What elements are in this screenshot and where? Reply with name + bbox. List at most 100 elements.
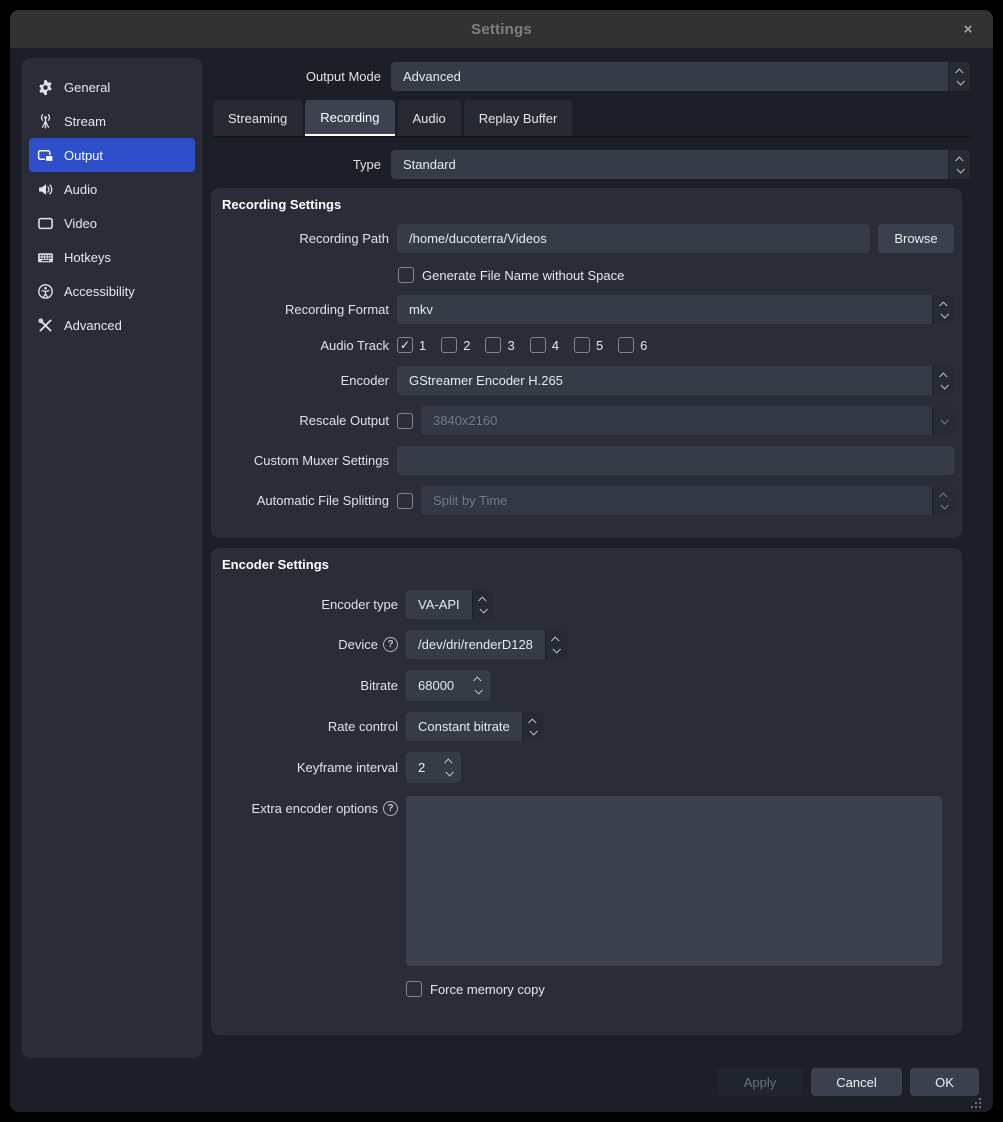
rescale-resolution-select[interactable]: 3840x2160: [421, 406, 954, 435]
rate-control-row: Rate control Constant bitrate: [219, 712, 942, 741]
sidebar-item-output[interactable]: Output: [29, 138, 195, 172]
rate-control-select[interactable]: Constant bitrate: [406, 712, 544, 741]
chevron-updown-icon: [522, 712, 544, 741]
encoder-type-row: Encoder type VA-API: [219, 590, 942, 619]
sidebar-item-label: Advanced: [64, 318, 122, 333]
split-mode-value: Split by Time: [421, 486, 932, 515]
audio-track-5-checkbox[interactable]: [574, 337, 590, 353]
tab-recording[interactable]: Recording: [305, 100, 394, 136]
recording-format-value: mkv: [397, 295, 932, 324]
help-icon[interactable]: ?: [383, 637, 398, 652]
spinner-arrows-icon[interactable]: [466, 670, 490, 701]
encoder-row: Encoder GStreamer Encoder H.265: [219, 366, 954, 395]
monitor-icon: [37, 215, 54, 232]
sidebar-item-label: Accessibility: [64, 284, 135, 299]
extra-encoder-options-textarea[interactable]: [406, 796, 942, 966]
cancel-button[interactable]: Cancel: [811, 1068, 902, 1096]
audio-track-label: Audio Track: [219, 338, 389, 353]
titlebar[interactable]: Settings ×: [10, 10, 993, 48]
rescale-resolution-value: 3840x2160: [421, 406, 932, 435]
ok-button[interactable]: OK: [910, 1068, 979, 1096]
spinner-arrows-icon[interactable]: [437, 752, 461, 783]
resize-grip[interactable]: [971, 1098, 982, 1109]
output-mode-label: Output Mode: [212, 69, 381, 84]
custom-muxer-input[interactable]: [397, 446, 954, 475]
output-mode-row: Output Mode Advanced: [212, 62, 970, 91]
chevron-updown-icon: [545, 630, 567, 659]
force-memory-copy-checkbox[interactable]: [406, 981, 422, 997]
sidebar-item-label: General: [64, 80, 110, 95]
chevron-updown-icon: [932, 486, 954, 515]
recording-format-label: Recording Format: [219, 302, 389, 317]
device-label: Device: [338, 637, 378, 652]
recording-format-select[interactable]: mkv: [397, 295, 954, 324]
tools-icon: [37, 317, 54, 334]
sidebar-item-video[interactable]: Video: [29, 206, 195, 240]
encoder-type-select[interactable]: VA-API: [406, 590, 494, 619]
chevron-updown-icon: [948, 150, 970, 179]
tab-label: Streaming: [228, 111, 287, 126]
generate-no-space-checkbox[interactable]: [398, 267, 414, 283]
audio-track-number: 3: [507, 338, 514, 353]
audio-track-number: 6: [640, 338, 647, 353]
encoder-settings-panel: Encoder Settings Encoder type VA-API Dev…: [211, 548, 962, 1035]
auto-file-splitting-row: Automatic File Splitting Split by Time: [219, 486, 954, 515]
chevron-updown-icon: [472, 590, 494, 619]
type-value: Standard: [391, 150, 948, 179]
recording-path-input[interactable]: [397, 224, 870, 253]
chevron-updown-icon: [932, 366, 954, 395]
sidebar-item-stream[interactable]: Stream: [29, 104, 195, 138]
rescale-output-checkbox[interactable]: [397, 413, 413, 429]
audio-track-1-checkbox[interactable]: ✓: [397, 337, 413, 353]
keyframe-interval-spinbox[interactable]: 2: [406, 752, 461, 783]
audio-track-5: 5: [574, 337, 603, 353]
tab-replay-buffer[interactable]: Replay Buffer: [464, 100, 573, 136]
dialog-buttons: Apply Cancel OK: [717, 1068, 979, 1096]
sidebar-item-hotkeys[interactable]: Hotkeys: [29, 240, 195, 274]
sidebar-item-label: Audio: [64, 182, 97, 197]
audio-track-2-checkbox[interactable]: [441, 337, 457, 353]
audio-track-6: 6: [618, 337, 647, 353]
output-tabs: Streaming Recording Audio Replay Buffer: [213, 100, 572, 136]
output-mode-select[interactable]: Advanced: [391, 62, 970, 91]
sidebar-item-label: Stream: [64, 114, 106, 129]
chevron-updown-icon: [932, 295, 954, 324]
browse-button[interactable]: Browse: [878, 224, 954, 253]
type-select[interactable]: Standard: [391, 150, 970, 179]
bitrate-spinbox[interactable]: 68000: [406, 670, 490, 701]
sidebar: General Stream Output Audio Video: [22, 58, 202, 1058]
sidebar-item-label: Video: [64, 216, 97, 231]
help-icon[interactable]: ?: [383, 801, 398, 816]
encoder-select[interactable]: GStreamer Encoder H.265: [397, 366, 954, 395]
encoder-label: Encoder: [219, 373, 389, 388]
sidebar-item-accessibility[interactable]: Accessibility: [29, 274, 195, 308]
device-select[interactable]: /dev/dri/renderD128: [406, 630, 567, 659]
force-memory-copy-row: Force memory copy: [406, 980, 942, 998]
custom-muxer-label: Custom Muxer Settings: [219, 453, 389, 468]
recording-settings-title: Recording Settings: [211, 188, 962, 212]
extra-encoder-options-label: Extra encoder options: [252, 801, 378, 816]
broadcast-icon: [37, 113, 54, 130]
audio-track-3-checkbox[interactable]: [485, 337, 501, 353]
bitrate-value: 68000: [406, 670, 466, 701]
sidebar-item-audio[interactable]: Audio: [29, 172, 195, 206]
tab-audio[interactable]: Audio: [398, 100, 461, 136]
close-icon[interactable]: ×: [957, 18, 979, 40]
audio-track-6-checkbox[interactable]: [618, 337, 634, 353]
split-mode-select[interactable]: Split by Time: [421, 486, 954, 515]
audio-track-4-checkbox[interactable]: [530, 337, 546, 353]
sidebar-item-advanced[interactable]: Advanced: [29, 308, 195, 342]
tab-streaming[interactable]: Streaming: [213, 100, 302, 136]
recording-path-row: Recording Path Browse: [219, 224, 954, 253]
sidebar-item-general[interactable]: General: [29, 70, 195, 104]
generate-no-space-label: Generate File Name without Space: [422, 268, 624, 283]
audio-track-number: 1: [419, 338, 426, 353]
sidebar-item-label: Output: [64, 148, 103, 163]
tab-label: Replay Buffer: [479, 111, 558, 126]
apply-button[interactable]: Apply: [717, 1068, 803, 1096]
audio-track-4: 4: [530, 337, 559, 353]
sidebar-item-label: Hotkeys: [64, 250, 111, 265]
auto-file-splitting-checkbox[interactable]: [397, 493, 413, 509]
rescale-output-row: Rescale Output 3840x2160: [219, 406, 954, 435]
bitrate-row: Bitrate 68000: [219, 670, 942, 701]
